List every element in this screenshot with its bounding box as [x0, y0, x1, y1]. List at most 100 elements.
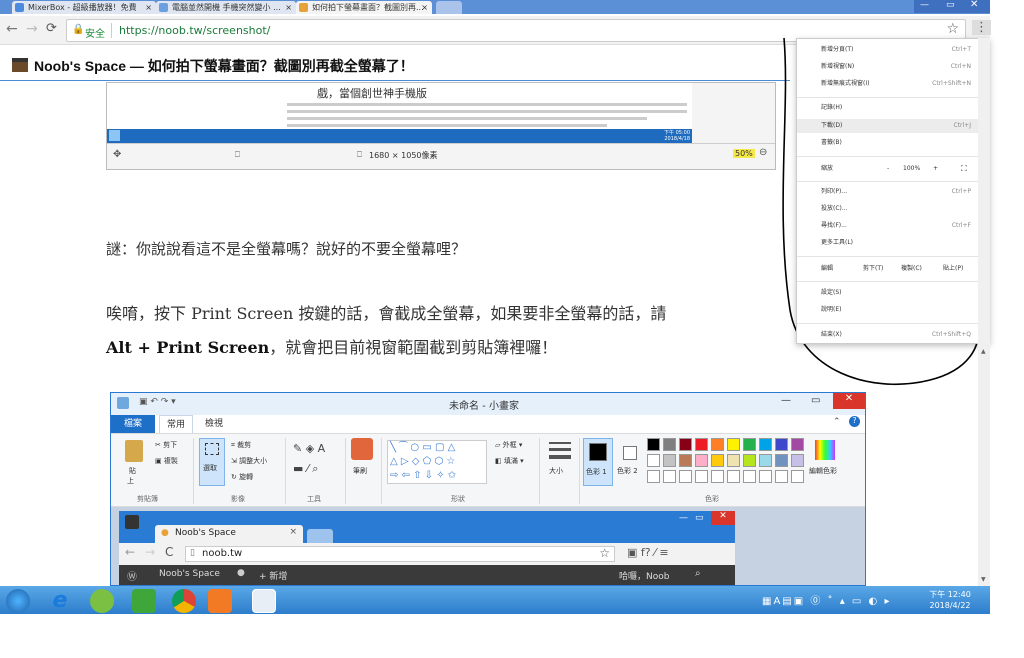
edit-colors-label[interactable]: 編輯色彩 [809, 466, 837, 476]
zoom-out-icon[interactable]: ⊖ [759, 147, 767, 158]
fullscreen-icon[interactable]: ⛶ [961, 162, 967, 176]
minecraft-icon[interactable] [132, 589, 156, 613]
color1-button[interactable]: 色彩 1 [583, 438, 613, 486]
color-swatch[interactable] [791, 454, 804, 467]
close-icon[interactable]: × [145, 1, 152, 14]
color-swatch[interactable] [647, 454, 660, 467]
color-swatch[interactable] [711, 454, 724, 467]
select-button[interactable]: 選取 [199, 438, 225, 486]
menu-item-cast[interactable]: 投放(C)... [797, 202, 989, 216]
color-swatch[interactable] [727, 454, 740, 467]
inner-new-tab[interactable] [307, 529, 333, 543]
search-icon[interactable]: ⌕ [695, 568, 701, 579]
paste-label[interactable]: 貼 [129, 466, 136, 476]
crop-button[interactable]: ⌗ 裁剪 [231, 440, 251, 450]
vertical-scrollbar[interactable]: ▲ ▼ [978, 38, 990, 586]
paste-icon[interactable] [125, 440, 143, 462]
menu-item-downloads[interactable]: 下載(D) Ctrl+J [797, 119, 989, 133]
reload-icon[interactable]: ⟳ [46, 21, 57, 36]
taskbar-clock[interactable]: 下午 12:40 2018/4/22 [920, 589, 980, 611]
back-icon[interactable]: ← [6, 21, 18, 37]
brush-label[interactable]: 筆刷 [353, 466, 367, 476]
color-swatch-empty[interactable] [743, 470, 756, 483]
start-button-icon[interactable] [6, 589, 30, 613]
scroll-up-icon[interactable]: ▲ [981, 348, 986, 355]
menu-item-incognito[interactable]: 新增無痕式視窗(I) Ctrl+Shift+N [797, 77, 989, 91]
color-swatch-empty[interactable] [647, 470, 660, 483]
minimize-icon[interactable]: — [679, 513, 688, 523]
close-icon[interactable]: × [285, 1, 292, 14]
tray-icons[interactable]: ▦A▤▣ ⓪ ˚ ▴ ▭ ◐ ▸ [762, 592, 891, 607]
color-swatch-empty[interactable] [759, 470, 772, 483]
outline-button[interactable]: ▱ 外框 ▾ [495, 440, 522, 450]
paint-taskbar-icon[interactable] [252, 589, 276, 613]
tab-screenshot-active[interactable]: 如何拍下螢幕畫面？截圖別再... × [296, 1, 432, 14]
tool-icons[interactable]: ✎ ◈ A [293, 442, 325, 455]
color-swatch-empty[interactable] [663, 470, 676, 483]
new-button[interactable]: + 新增 [259, 569, 287, 582]
color-swatch[interactable] [727, 438, 740, 451]
reload-icon[interactable]: C [165, 545, 173, 559]
rotate-button[interactable]: ↻ 旋轉 [231, 472, 253, 482]
color-swatch[interactable] [679, 454, 692, 467]
tab-home[interactable]: 常用 [159, 415, 193, 433]
close-icon[interactable]: × [289, 527, 297, 537]
resize-button[interactable]: ⇲ 調整大小 [231, 456, 267, 466]
tab-file[interactable]: 檔案 [111, 415, 155, 433]
help-icon[interactable]: ? [849, 416, 860, 427]
zoom-minus-button[interactable]: - [887, 162, 889, 176]
quick-access-icons[interactable]: ▣ ↶ ↷ ▾ [139, 397, 176, 407]
paste-button[interactable]: 貼上(P) [943, 262, 963, 276]
tool-icons-2[interactable]: ▬ ⁄ ⌕ [293, 462, 318, 476]
maximize-icon[interactable]: ▭ [946, 0, 955, 10]
fill-button[interactable]: ◧ 填滿 ▾ [495, 456, 524, 466]
shapes-gallery[interactable]: ╲ ⁀ ○ ▭ ▢ △ △ ▷ ◇ ⬠ ⬡ ☆ ⇨ ⇦ ⇧ ⇩ ✧ ✩ [387, 440, 487, 484]
media-player-icon[interactable] [208, 589, 232, 613]
comment-icon[interactable]: ● [237, 568, 245, 578]
color-swatch-empty[interactable] [775, 470, 788, 483]
minimize-icon[interactable]: — [920, 0, 929, 10]
color-swatch[interactable] [759, 438, 772, 451]
color-palette[interactable] [647, 438, 809, 492]
color-swatch[interactable] [791, 438, 804, 451]
inner-tab[interactable]: ● Noob's Space × [155, 525, 303, 543]
close-window-icon[interactable]: ✕ [970, 0, 978, 10]
tab-mixerbox[interactable]: MixerBox - 超級播放器！免費 × [12, 1, 156, 14]
color-swatch[interactable] [711, 438, 724, 451]
color-swatch-empty[interactable] [791, 470, 804, 483]
copy-button[interactable]: ▣ 複製 [155, 456, 178, 466]
menu-item-new-window[interactable]: 新增視窗(N) Ctrl+N [797, 60, 989, 74]
extension-icons[interactable]: ▣ f? ⁄ ≡ [627, 546, 669, 559]
user-greeting[interactable]: 哈囉，Noob [619, 569, 669, 582]
color-swatch[interactable] [663, 454, 676, 467]
inner-address-bar[interactable]: ▯ noob.tw ☆ [185, 546, 615, 562]
menu-item-new-tab[interactable]: 新增分頁(T) Ctrl+T [797, 43, 989, 57]
menu-item-settings[interactable]: 設定(S) [797, 286, 989, 300]
forward-icon[interactable]: → [145, 545, 155, 559]
menu-item-exit[interactable]: 結束(X) Ctrl+Shift+Q [797, 328, 989, 342]
color-swatch[interactable] [743, 454, 756, 467]
copy-button[interactable]: 複製(C) [901, 262, 922, 276]
cut-button[interactable]: 剪下(T) [863, 262, 883, 276]
ie-icon[interactable]: e [48, 589, 72, 613]
cut-button[interactable]: ✂ 剪下 [155, 440, 177, 450]
forward-icon[interactable]: → [26, 21, 38, 37]
paste-label-2[interactable]: 上 [127, 476, 134, 486]
maximize-icon[interactable]: ▭ [695, 513, 704, 523]
bookmark-noob[interactable]: Noob's Space [159, 569, 220, 579]
color-swatch-empty[interactable] [711, 470, 724, 483]
close-icon[interactable]: ✕ [711, 511, 735, 525]
brush-icon[interactable] [351, 438, 373, 460]
scroll-down-icon[interactable]: ▼ [981, 576, 986, 583]
close-icon[interactable]: × [421, 1, 428, 14]
menu-item-history[interactable]: 記錄(H)▶ [797, 101, 989, 115]
color-swatch[interactable] [759, 454, 772, 467]
tab-computer[interactable]: 電腦並然開機 手機突然變小 ... × [156, 1, 296, 14]
wordpress-icon[interactable]: Ⓦ [127, 568, 137, 583]
color-swatch-empty[interactable] [695, 470, 708, 483]
color-swatch[interactable] [775, 438, 788, 451]
color-swatch[interactable] [695, 438, 708, 451]
collapse-ribbon-icon[interactable]: ⌃ [833, 417, 841, 427]
size-button[interactable]: 大小 [545, 438, 575, 486]
star-icon[interactable]: ☆ [599, 546, 610, 560]
